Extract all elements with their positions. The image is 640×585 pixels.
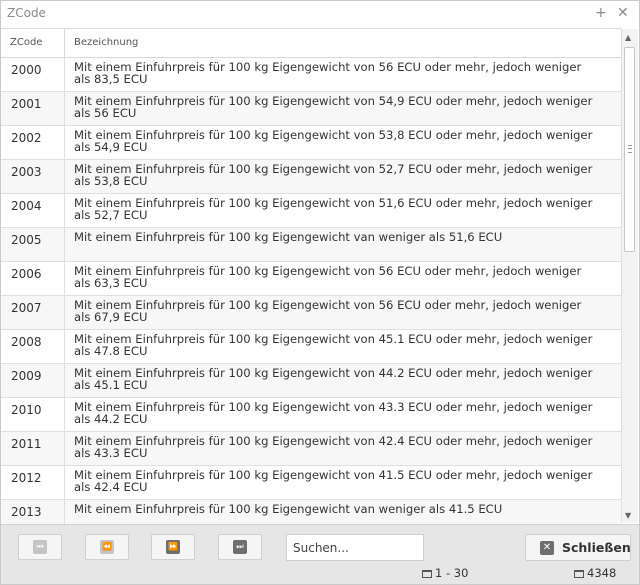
window-icon <box>422 570 432 578</box>
dialog-title: ZCode <box>7 6 46 20</box>
title-bar: ZCode + ✕ <box>1 1 639 27</box>
scroll-thumb[interactable] <box>624 47 635 252</box>
first-page-icon: ⏮ <box>33 540 47 554</box>
zcode-cell: 2003 <box>1 160 65 193</box>
table-row[interactable]: 2013 Mit einem Einfuhrpreis für 100 kg E… <box>1 500 621 524</box>
previous-page-button[interactable]: ⏪ <box>85 534 129 560</box>
zcode-cell: 2005 <box>1 228 65 261</box>
column-header-zcode[interactable]: ZCode <box>1 29 65 57</box>
grid-rows: 2000 Mit einem Einfuhrpreis für 100 kg E… <box>1 58 621 524</box>
zcode-cell: 2008 <box>1 330 65 363</box>
bezeichnung-cell: Mit einem Einfuhrpreis für 100 kg Eigeng… <box>74 366 593 392</box>
bezeichnung-cell: Mit einem Einfuhrpreis für 100 kg Eigeng… <box>74 264 582 290</box>
bezeichnung-cell: Mit einem Einfuhrpreis für 100 kg Eigeng… <box>74 94 593 120</box>
first-page-button[interactable]: ⏮ <box>18 534 62 560</box>
scroll-down-icon[interactable]: ▼ <box>625 511 631 520</box>
table-row[interactable]: 2010 Mit einem Einfuhrpreis für 100 kg E… <box>1 398 621 432</box>
table-row[interactable]: 2004 Mit einem Einfuhrpreis für 100 kg E… <box>1 194 621 228</box>
table-row[interactable]: 2009 Mit einem Einfuhrpreis für 100 kg E… <box>1 364 621 398</box>
next-page-button[interactable]: ⏩ <box>151 534 195 560</box>
table-row[interactable]: 2002 Mit einem Einfuhrpreis für 100 kg E… <box>1 126 621 160</box>
bezeichnung-cell: Mit einem Einfuhrpreis für 100 kg Eigeng… <box>74 230 503 244</box>
next-page-icon: ⏩ <box>166 540 180 554</box>
bezeichnung-cell: Mit einem Einfuhrpreis für 100 kg Eigeng… <box>74 332 593 358</box>
close-window-icon[interactable]: ✕ <box>617 3 629 23</box>
close-icon: ✕ <box>540 541 554 555</box>
bezeichnung-cell: Mit einem Einfuhrpreis für 100 kg Eigeng… <box>74 400 593 426</box>
table-row[interactable]: 2005 Mit einem Einfuhrpreis für 100 kg E… <box>1 228 621 262</box>
last-page-button[interactable]: ⏭ <box>218 534 262 560</box>
grid-header: ZCode Bezeichnung <box>1 29 621 58</box>
bezeichnung-cell: Mit einem Einfuhrpreis für 100 kg Eigeng… <box>74 128 593 154</box>
window-icon <box>574 570 584 578</box>
bezeichnung-cell: Mit einem Einfuhrpreis für 100 kg Eigeng… <box>74 162 593 188</box>
zcode-dialog: ZCode + ✕ ZCode Bezeichnung 2000 Mit ein… <box>0 0 640 585</box>
zcode-cell: 2000 <box>1 58 65 91</box>
scroll-up-icon[interactable]: ▲ <box>625 33 631 42</box>
zcode-cell: 2007 <box>1 296 65 329</box>
grip-icon <box>628 145 632 153</box>
bezeichnung-cell: Mit einem Einfuhrpreis für 100 kg Eigeng… <box>74 298 582 324</box>
bezeichnung-cell: Mit einem Einfuhrpreis für 100 kg Eigeng… <box>74 196 593 222</box>
zcode-cell: 2002 <box>1 126 65 159</box>
table-row[interactable]: 2006 Mit einem Einfuhrpreis für 100 kg E… <box>1 262 621 296</box>
last-page-icon: ⏭ <box>233 540 247 554</box>
vertical-scrollbar[interactable]: ▲ ▼ <box>621 29 638 523</box>
record-range-text: 1 - 30 <box>435 566 469 580</box>
table-row[interactable]: 2001 Mit einem Einfuhrpreis für 100 kg E… <box>1 92 621 126</box>
zcode-cell: 2010 <box>1 398 65 431</box>
search-input[interactable] <box>286 534 424 561</box>
record-total-text: 4348 <box>587 566 617 580</box>
zcode-cell: 2004 <box>1 194 65 227</box>
maximize-icon[interactable]: + <box>595 3 607 23</box>
previous-page-icon: ⏪ <box>100 540 114 554</box>
table-row[interactable]: 2011 Mit einem Einfuhrpreis für 100 kg E… <box>1 432 621 466</box>
bezeichnung-cell: Mit einem Einfuhrpreis für 100 kg Eigeng… <box>74 502 503 516</box>
record-total: 4348 <box>574 565 616 581</box>
table-row[interactable]: 2012 Mit einem Einfuhrpreis für 100 kg E… <box>1 466 621 500</box>
table-row[interactable]: 2008 Mit einem Einfuhrpreis für 100 kg E… <box>1 330 621 364</box>
zcode-cell: 2012 <box>1 466 65 499</box>
table-row[interactable]: 2007 Mit einem Einfuhrpreis für 100 kg E… <box>1 296 621 330</box>
table-row[interactable]: 2000 Mit einem Einfuhrpreis für 100 kg E… <box>1 58 621 92</box>
zcode-cell: 2013 <box>1 500 65 524</box>
close-button[interactable]: ✕ Schließen <box>525 534 631 561</box>
bezeichnung-cell: Mit einem Einfuhrpreis für 100 kg Eigeng… <box>74 60 582 86</box>
table-row[interactable]: 2003 Mit einem Einfuhrpreis für 100 kg E… <box>1 160 621 194</box>
zcode-cell: 2009 <box>1 364 65 397</box>
zcode-grid: ZCode Bezeichnung 2000 Mit einem Einfuhr… <box>1 28 621 524</box>
bezeichnung-cell: Mit einem Einfuhrpreis für 100 kg Eigeng… <box>74 468 593 494</box>
bezeichnung-cell: Mit einem Einfuhrpreis für 100 kg Eigeng… <box>74 434 593 460</box>
zcode-cell: 2006 <box>1 262 65 295</box>
zcode-cell: 2001 <box>1 92 65 125</box>
grid-footer: ⏮ ⏪ ⏩ ⏭ ✕ Schließen 1 - 30 4348 <box>1 524 639 584</box>
record-range: 1 - 30 <box>422 565 468 581</box>
zcode-cell: 2011 <box>1 432 65 465</box>
column-header-bezeichnung[interactable]: Bezeichnung <box>65 29 621 57</box>
close-button-label: Schließen <box>562 540 631 555</box>
